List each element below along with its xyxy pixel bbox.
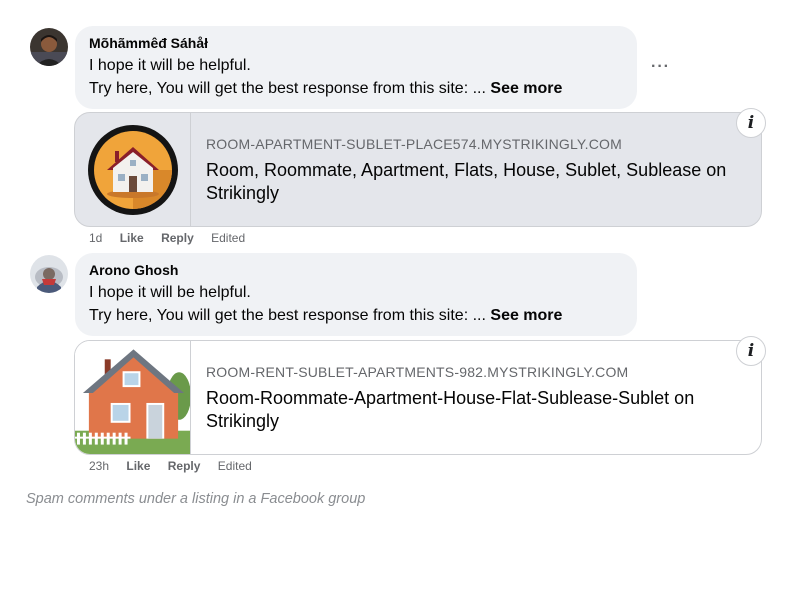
comment-text-line: I hope it will be helpful. <box>89 284 251 301</box>
like-button[interactable]: Like <box>120 231 144 245</box>
comment-text-line: Try here, You will get the best response… <box>89 77 625 100</box>
edited-label: Edited <box>211 231 246 245</box>
comment-timestamp[interactable]: 23h <box>89 459 109 473</box>
comment-text-line: I hope it will be helpful. <box>89 57 251 74</box>
link-thumbnail <box>75 113 191 226</box>
image-caption: Spam comments under a listing in a Faceb… <box>26 491 366 507</box>
house-thumbnail <box>75 341 190 454</box>
reply-button[interactable]: Reply <box>161 231 194 245</box>
avatar[interactable] <box>30 28 68 66</box>
comment-bubble: Arono Ghosh I hope it will be helpful. T… <box>75 253 637 336</box>
comment-author[interactable]: Mõhãmmêđ Sáhåł <box>89 34 625 52</box>
link-preview-card[interactable]: ROOM-RENT-SUBLET-APARTMENTS-982.MYSTRIKI… <box>74 340 762 455</box>
link-domain: ROOM-APARTMENT-SUBLET-PLACE574.MYSTRIKIN… <box>206 136 623 152</box>
see-more-link[interactable]: See more <box>490 80 562 97</box>
reply-button[interactable]: Reply <box>168 459 201 473</box>
see-more-link[interactable]: See more <box>490 307 562 324</box>
comment-text: Try here, You will get the best response… <box>89 307 486 324</box>
link-thumbnail <box>75 341 191 454</box>
comment-bubble: Mõhãmmêđ Sáhåł I hope it will be helpful… <box>75 26 637 109</box>
avatar[interactable] <box>30 255 68 293</box>
house-thumbnail <box>87 124 178 215</box>
info-icon[interactable]: i <box>736 108 766 138</box>
comment-timestamp[interactable]: 1d <box>89 231 102 245</box>
comment-author[interactable]: Arono Ghosh <box>89 261 625 279</box>
comment-thread: Mõhãmmêđ Sáhåł I hope it will be helpful… <box>0 0 800 600</box>
comment-text-line: Try here, You will get the best response… <box>89 304 625 327</box>
more-options-icon[interactable]: ··· <box>651 58 670 76</box>
like-button[interactable]: Like <box>126 459 150 473</box>
comment-text: Try here, You will get the best response… <box>89 80 486 97</box>
link-title[interactable]: Room-Roommate-Apartment-House-Flat-Suble… <box>206 387 761 433</box>
comment-actions: 23h Like Reply Edited <box>89 459 266 473</box>
info-icon[interactable]: i <box>736 336 766 366</box>
edited-label: Edited <box>217 459 252 473</box>
comment-actions: 1d Like Reply Edited <box>89 231 259 245</box>
link-title[interactable]: Room, Roommate, Apartment, Flats, House,… <box>206 159 761 205</box>
link-domain: ROOM-RENT-SUBLET-APARTMENTS-982.MYSTRIKI… <box>206 364 629 380</box>
link-preview-card[interactable]: ROOM-APARTMENT-SUBLET-PLACE574.MYSTRIKIN… <box>74 112 762 227</box>
